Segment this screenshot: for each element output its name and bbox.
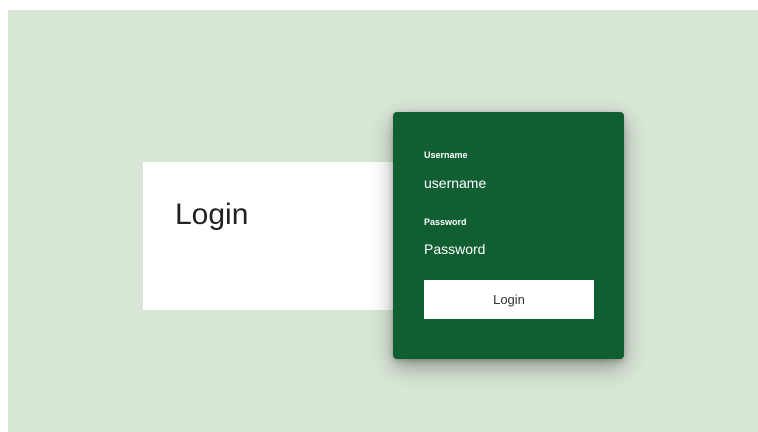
page-background: Login Username Password Login (8, 10, 758, 432)
username-input[interactable] (424, 174, 594, 192)
login-button[interactable]: Login (424, 280, 594, 319)
page-title: Login (175, 198, 249, 231)
login-form-panel: Username Password Login (393, 112, 624, 359)
password-input[interactable] (424, 240, 594, 258)
username-label: Username (424, 150, 468, 160)
title-card: Login (143, 162, 423, 310)
password-label: Password (424, 217, 467, 227)
